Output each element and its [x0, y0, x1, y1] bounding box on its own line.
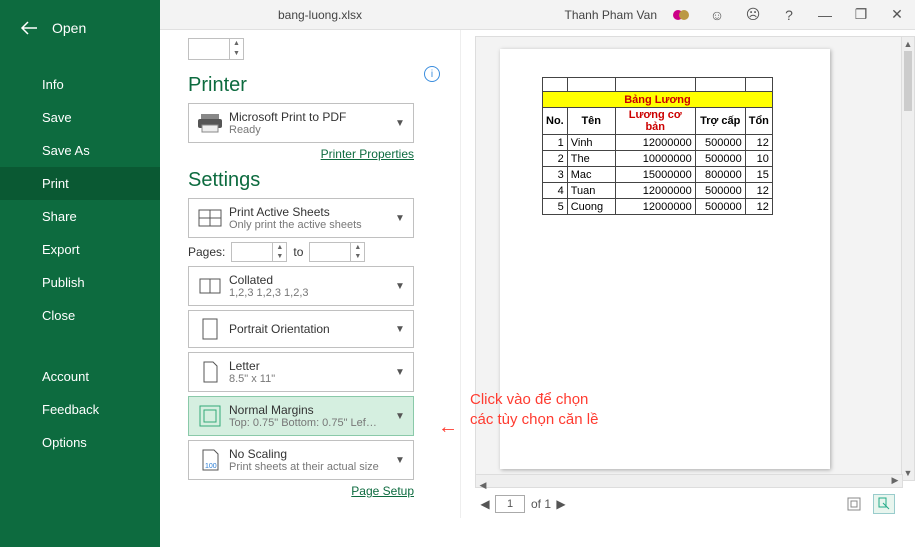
sidebar-item-export[interactable]: Export [0, 233, 160, 266]
pages-label: Pages: [188, 245, 225, 259]
settings-heading: Settings [188, 169, 432, 192]
sidebar-item-print[interactable]: Print [0, 167, 160, 200]
table-row: 4Tuan1200000050000012 [543, 183, 773, 199]
back-arrow-icon [20, 21, 38, 35]
close-button[interactable]: ✕ [879, 0, 915, 30]
page-total-label: of 1 [531, 497, 551, 511]
printer-selector[interactable]: Microsoft Print to PDF Ready ▼ [188, 103, 414, 143]
chevron-down-icon: ▼ [393, 118, 407, 129]
preview-footer: ◀ 1 of 1 ▶ [475, 490, 915, 518]
backstage-sidebar: Open InfoSaveSave AsPrintShareExportPubl… [0, 0, 160, 547]
pages-from-input[interactable]: ▲▼ [231, 242, 287, 262]
portrait-icon [195, 314, 225, 344]
spinner-down-icon[interactable]: ▼ [230, 49, 243, 59]
chevron-down-icon: ▼ [393, 281, 407, 292]
printer-properties-link[interactable]: Printer Properties [188, 147, 414, 161]
chevron-down-icon: ▼ [393, 367, 407, 378]
zoom-to-page-button[interactable] [873, 494, 895, 514]
sheets-icon [195, 203, 225, 233]
sidebar-open-label: Open [52, 20, 86, 36]
chevron-down-icon: ▼ [393, 411, 407, 422]
printer-name: Microsoft Print to PDF [229, 110, 393, 124]
collate-selector[interactable]: Collated 1,2,3 1,2,3 1,2,3 ▼ [188, 266, 414, 306]
annotation-text: Click vào để chọn các tùy chọn căn lề [470, 390, 598, 430]
sidebar-item-share[interactable]: Share [0, 200, 160, 233]
page-setup-link[interactable]: Page Setup [188, 484, 414, 498]
spinner-up-icon[interactable]: ▲ [230, 39, 243, 49]
svg-text:100: 100 [205, 463, 217, 470]
restore-button[interactable]: ❐ [843, 0, 879, 30]
preview-sheet-content: Bảng LươngNo.TênLương cơ bảnTrợ cấpTổn1V… [542, 77, 830, 215]
collate-icon [195, 271, 225, 301]
sidebar-item-account[interactable]: Account [0, 360, 160, 393]
sidebar-item-open[interactable]: Open [0, 0, 160, 56]
print-what-selector[interactable]: Print Active Sheets Only print the activ… [188, 198, 414, 238]
margins-icon [195, 401, 225, 431]
page-number-input[interactable]: 1 [495, 495, 525, 513]
help-icon[interactable]: ? [771, 0, 807, 30]
annotation-arrow-icon: ← [438, 416, 458, 439]
sidebar-item-close[interactable]: Close [0, 299, 160, 332]
feedback-smile-icon[interactable]: ☺ [699, 0, 735, 30]
print-settings-column: ▲▼ i Printer Microsoft Print to PDF Read… [160, 30, 450, 547]
chevron-down-icon: ▼ [393, 455, 407, 466]
user-name: Thanh Pham Van [564, 8, 657, 22]
page-icon [195, 357, 225, 387]
print-backstage-main: ▲▼ i Printer Microsoft Print to PDF Read… [160, 30, 915, 547]
scroll-thumb[interactable] [904, 51, 912, 111]
print-preview-pane: Bảng LươngNo.TênLương cơ bảnTrợ cấpTổn1V… [460, 30, 915, 518]
scroll-down-icon[interactable]: ▼ [902, 466, 914, 480]
next-page-button[interactable]: ▶ [551, 497, 571, 511]
scroll-up-icon[interactable]: ▲ [902, 37, 914, 51]
sidebar-item-publish[interactable]: Publish [0, 266, 160, 299]
scaling-selector[interactable]: 100 No Scaling Print sheets at their act… [188, 440, 414, 480]
show-margins-button[interactable] [843, 494, 865, 514]
chevron-down-icon: ▼ [393, 324, 407, 335]
chevron-down-icon: ▼ [393, 213, 407, 224]
copies-spinner[interactable]: ▲▼ [188, 38, 244, 60]
preview-vertical-scrollbar[interactable]: ▲ ▼ [901, 36, 915, 481]
user-avatar-icon[interactable] [663, 0, 699, 30]
table-row: 5Cuong1200000050000012 [543, 199, 773, 215]
prev-page-button[interactable]: ◀ [475, 497, 495, 511]
scroll-right-icon[interactable]: ▶ [888, 475, 902, 487]
document-title: bang-luong.xlsx [220, 8, 420, 22]
feedback-frown-icon[interactable]: ☹ [735, 0, 771, 30]
sidebar-item-feedback[interactable]: Feedback [0, 393, 160, 426]
orientation-selector[interactable]: Portrait Orientation ▼ [188, 310, 414, 348]
minimize-button[interactable]: — [807, 0, 843, 30]
sidebar-item-options[interactable]: Options [0, 426, 160, 459]
printer-icon [195, 108, 225, 138]
table-row: 2The1000000050000010 [543, 151, 773, 167]
margins-selector[interactable]: Normal Margins Top: 0.75" Bottom: 0.75" … [188, 396, 414, 436]
printer-status: Ready [229, 124, 393, 136]
sidebar-item-info[interactable]: Info [0, 68, 160, 101]
preview-horizontal-scrollbar[interactable]: ◀ ▶ [475, 474, 903, 488]
printer-heading: Printer [188, 74, 432, 97]
table-row: 3Mac1500000080000015 [543, 167, 773, 183]
scaling-icon: 100 [195, 445, 225, 475]
table-row: 1Vinh1200000050000012 [543, 135, 773, 151]
pages-to-label: to [293, 245, 303, 259]
sidebar-item-save[interactable]: Save [0, 101, 160, 134]
sidebar-item-save-as[interactable]: Save As [0, 134, 160, 167]
pages-to-input[interactable]: ▲▼ [309, 242, 365, 262]
printer-info-icon[interactable]: i [424, 66, 440, 82]
paper-size-selector[interactable]: Letter 8.5" x 11" ▼ [188, 352, 414, 392]
